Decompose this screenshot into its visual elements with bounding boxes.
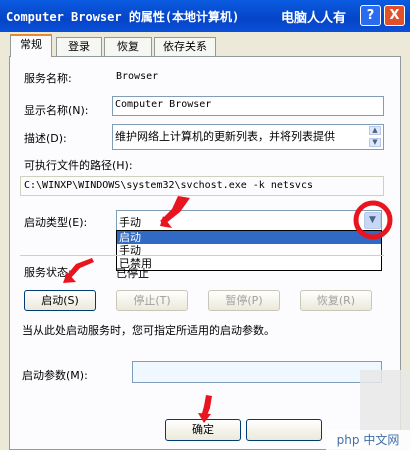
- tab-general[interactable]: 常规: [10, 34, 52, 57]
- display-name-label: 显示名称(N):: [24, 104, 89, 117]
- tab-dependencies[interactable]: 依存关系: [154, 37, 216, 56]
- description-label: 描述(D):: [24, 132, 67, 145]
- resume-button[interactable]: 恢复(R): [300, 290, 372, 311]
- description-field[interactable]: 维护网络上计算机的更新列表，并将列表提供 ▲ ▼: [112, 124, 384, 150]
- watermark-bottom: php 中文网: [326, 430, 410, 450]
- title-bar: Computer Browser 的属性(本地计算机) 电脑人人有 ? X: [0, 0, 410, 32]
- service-name-value: Browser: [116, 71, 159, 82]
- window-title: Computer Browser 的属性(本地计算机): [6, 10, 240, 24]
- start-params-input[interactable]: [132, 361, 382, 383]
- chevron-down-icon[interactable]: ▼: [364, 212, 381, 229]
- description-value: 维护网络上计算机的更新列表，并将列表提供: [115, 130, 335, 143]
- help-button[interactable]: ?: [360, 5, 381, 26]
- separator: [20, 255, 384, 256]
- startup-type-dropdown-list: 启动 手动 已禁用: [116, 230, 382, 271]
- scroll-down-icon[interactable]: ▼: [369, 138, 381, 147]
- startup-type-value: 手动: [119, 216, 141, 229]
- ok-button[interactable]: 确定: [165, 419, 241, 441]
- pause-button[interactable]: 暂停(P): [208, 290, 280, 311]
- service-status-label: 服务状态:: [24, 266, 72, 279]
- stop-button[interactable]: 停止(T): [116, 290, 188, 311]
- tab-recovery[interactable]: 恢复: [104, 37, 152, 56]
- startup-type-label: 启动类型(E):: [24, 216, 88, 229]
- cancel-button[interactable]: [246, 419, 322, 441]
- scroll-up-icon[interactable]: ▲: [369, 126, 381, 135]
- exe-path-label: 可执行文件的路径(H):: [24, 159, 133, 172]
- display-name-field[interactable]: Computer Browser: [112, 96, 384, 116]
- start-button[interactable]: 启动(S): [24, 290, 96, 311]
- dropdown-option-auto[interactable]: 启动: [117, 231, 381, 244]
- start-params-hint: 当从此处启动服务时，您可指定所适用的启动参数。: [22, 324, 275, 337]
- exe-path-field: C:\WINXP\WINDOWS\system32\svchost.exe -k…: [20, 176, 384, 196]
- service-name-label: 服务名称:: [24, 72, 72, 85]
- startup-type-select[interactable]: 手动 ▼: [116, 210, 382, 231]
- exe-path-value: C:\WINXP\WINDOWS\system32\svchost.exe -k…: [24, 180, 313, 191]
- tab-logon[interactable]: 登录: [56, 37, 102, 56]
- service-status-value: 已停止: [116, 267, 149, 280]
- close-button[interactable]: X: [384, 5, 405, 26]
- display-name-value: Computer Browser: [115, 99, 212, 110]
- watermark-top: 电脑人人有: [281, 11, 347, 26]
- dropdown-option-disabled[interactable]: 已禁用: [117, 257, 381, 270]
- start-params-label: 启动参数(M):: [22, 369, 88, 382]
